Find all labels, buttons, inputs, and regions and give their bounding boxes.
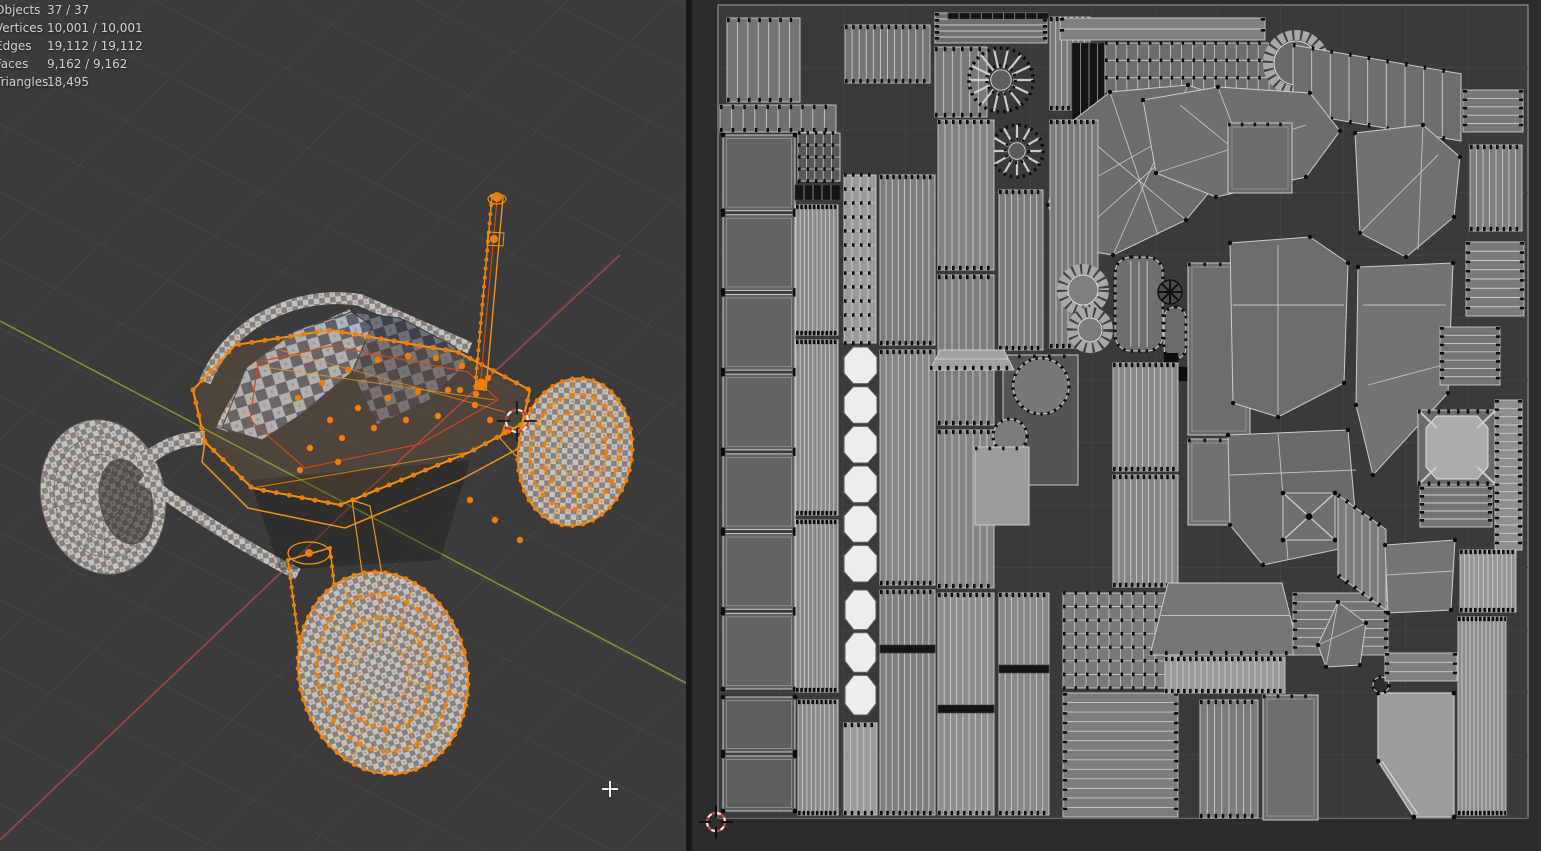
uv-island	[1462, 89, 1524, 133]
stats-row: Edges 19,112 / 19,112	[0, 37, 143, 55]
uv-island	[947, 12, 1049, 20]
uv-island	[1227, 122, 1293, 194]
uv-island	[1439, 326, 1501, 386]
uv-editor-canvas[interactable]	[692, 0, 1541, 851]
stats-value: 9,162 / 9,162	[47, 57, 128, 71]
uv-island	[929, 349, 1015, 371]
uv-island	[879, 174, 936, 346]
uv-island	[998, 592, 1050, 816]
stats-overlay: Objects 37 / 37 Vertices 10,001 / 10,001 Edg…	[0, 1, 143, 91]
uv-island	[1162, 305, 1188, 361]
viewport-3d[interactable]: Objects 37 / 37 Vertices 10,001 / 10,001 Edg…	[0, 0, 686, 851]
uv-island	[1457, 616, 1507, 816]
stats-value: 37 / 37	[47, 3, 90, 17]
uv-island	[1113, 255, 1165, 353]
antenna-base-vertices	[475, 378, 487, 390]
uv-island	[844, 24, 931, 84]
viewport-3d-canvas[interactable]	[0, 0, 686, 851]
antenna-tip-vertices	[492, 192, 502, 202]
uv-island	[1149, 582, 1301, 656]
stats-value: 10,001 / 10,001	[47, 21, 143, 35]
uv-island	[1494, 399, 1523, 551]
uv-island	[795, 204, 839, 336]
uv-island	[1262, 694, 1319, 821]
uv-island	[1469, 144, 1523, 232]
uv-island	[1280, 490, 1338, 543]
stats-row: Vertices 10,001 / 10,001	[0, 19, 143, 37]
uv-island	[998, 189, 1044, 351]
uv-island	[1112, 474, 1179, 588]
uv-island	[1382, 537, 1458, 616]
uv-island	[795, 519, 839, 693]
uv-island	[1062, 692, 1179, 818]
uv-island	[1417, 409, 1497, 486]
uv-island	[1157, 279, 1183, 305]
stats-value: 19,112 / 19,112	[47, 39, 143, 53]
uv-island	[726, 17, 801, 103]
stats-label: Triangles	[0, 75, 49, 89]
uv-island	[795, 339, 839, 516]
stats-label: Objects	[0, 3, 41, 17]
uv-island	[1384, 652, 1458, 682]
stats-row: Faces 9,162 / 9,162	[0, 55, 143, 73]
uv-island	[720, 132, 798, 692]
uv-island	[937, 704, 995, 714]
uv-island	[844, 589, 877, 716]
uv-editor[interactable]	[692, 0, 1541, 851]
uv-island	[719, 104, 837, 133]
uv-island	[843, 722, 878, 816]
uv-island	[1059, 17, 1266, 41]
uv-island	[1112, 362, 1179, 472]
uv-island	[1011, 356, 1071, 416]
stats-label: Edges	[0, 39, 32, 53]
uv-island	[797, 131, 841, 183]
uv-island	[797, 699, 839, 816]
uv-island	[1419, 486, 1493, 528]
uv-island	[974, 446, 1030, 526]
stats-value: 18,495	[47, 75, 89, 89]
uv-island	[937, 592, 995, 816]
uv-island	[1164, 656, 1286, 694]
blender-window: Objects 37 / 37 Vertices 10,001 / 10,001 Edg…	[0, 0, 1541, 851]
stats-label: Vertices	[0, 21, 43, 35]
uv-island	[1199, 699, 1259, 819]
uv-island	[937, 119, 995, 271]
uv-island	[1465, 241, 1525, 317]
stats-label: Faces	[0, 57, 29, 71]
uv-island	[998, 664, 1050, 674]
uv-island	[1459, 549, 1517, 613]
uv-island	[1057, 264, 1109, 316]
uv-island	[879, 349, 936, 586]
uv-island	[879, 644, 936, 654]
uv-island	[879, 589, 936, 816]
uv-island	[843, 173, 877, 345]
stats-row: Triangles 18,495	[0, 73, 143, 91]
uv-island	[794, 184, 841, 201]
stats-row: Objects 37 / 37	[0, 1, 143, 19]
